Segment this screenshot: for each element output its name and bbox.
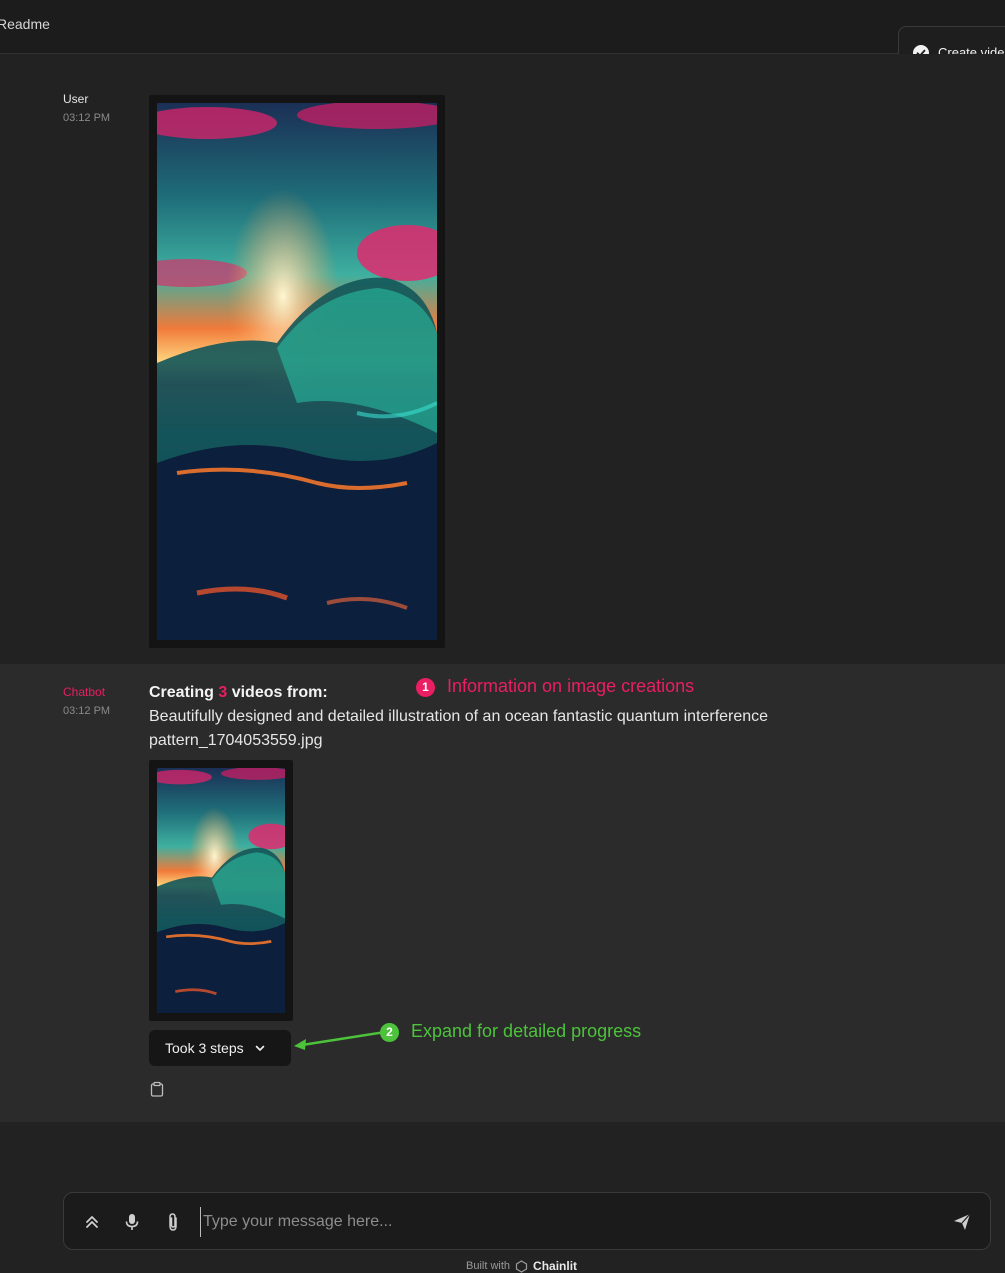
message-author: User xyxy=(63,92,89,106)
message-text-line: Beautifully designed and detailed illust… xyxy=(149,708,769,725)
readme-link[interactable]: Readme xyxy=(0,16,50,32)
paperclip-icon[interactable] xyxy=(163,1212,183,1232)
annotation-2: 2 Expand for detailed progress xyxy=(380,1021,641,1042)
message-filename: pattern_1704053559.jpg xyxy=(149,732,323,749)
expand-steps-button[interactable]: Took 3 steps xyxy=(149,1030,291,1066)
image-attachment[interactable] xyxy=(149,95,445,648)
wave-image-thumbnail xyxy=(157,768,285,1013)
annotation-text: Information on image creations xyxy=(447,676,695,696)
image-attachment[interactable] xyxy=(149,760,293,1021)
video-count: 3 xyxy=(218,684,228,701)
annotation-badge: 1 xyxy=(416,677,435,697)
annotation-arrow xyxy=(294,1030,386,1050)
user-message: User 03:12 PM xyxy=(0,54,1005,664)
message-input[interactable] xyxy=(200,1207,920,1237)
wave-image xyxy=(157,103,437,640)
steps-label: Took 3 steps xyxy=(165,1040,244,1056)
annotation-text: Expand for detailed progress xyxy=(411,1021,642,1041)
top-bar: Readme xyxy=(0,0,1005,54)
annotation-1: 1 Information on image creations xyxy=(416,676,694,697)
send-icon[interactable] xyxy=(952,1212,972,1232)
microphone-icon[interactable] xyxy=(122,1212,142,1232)
double-chevron-up-icon[interactable] xyxy=(82,1212,102,1232)
message-heading: Creating 3 videos from: xyxy=(149,684,328,701)
clipboard-icon[interactable] xyxy=(149,1081,165,1097)
chevron-down-icon xyxy=(255,1045,264,1051)
message-time: 03:12 PM xyxy=(63,112,111,124)
built-with-text: Built with xyxy=(466,1260,511,1272)
annotation-badge: 2 xyxy=(380,1022,399,1042)
message-author: Chatbot xyxy=(63,685,106,699)
message-time: 03:12 PM xyxy=(63,705,111,717)
bot-message: Chatbot 03:12 PM Creating 3 videos from:… xyxy=(0,664,1005,1122)
message-composer xyxy=(63,1192,991,1250)
